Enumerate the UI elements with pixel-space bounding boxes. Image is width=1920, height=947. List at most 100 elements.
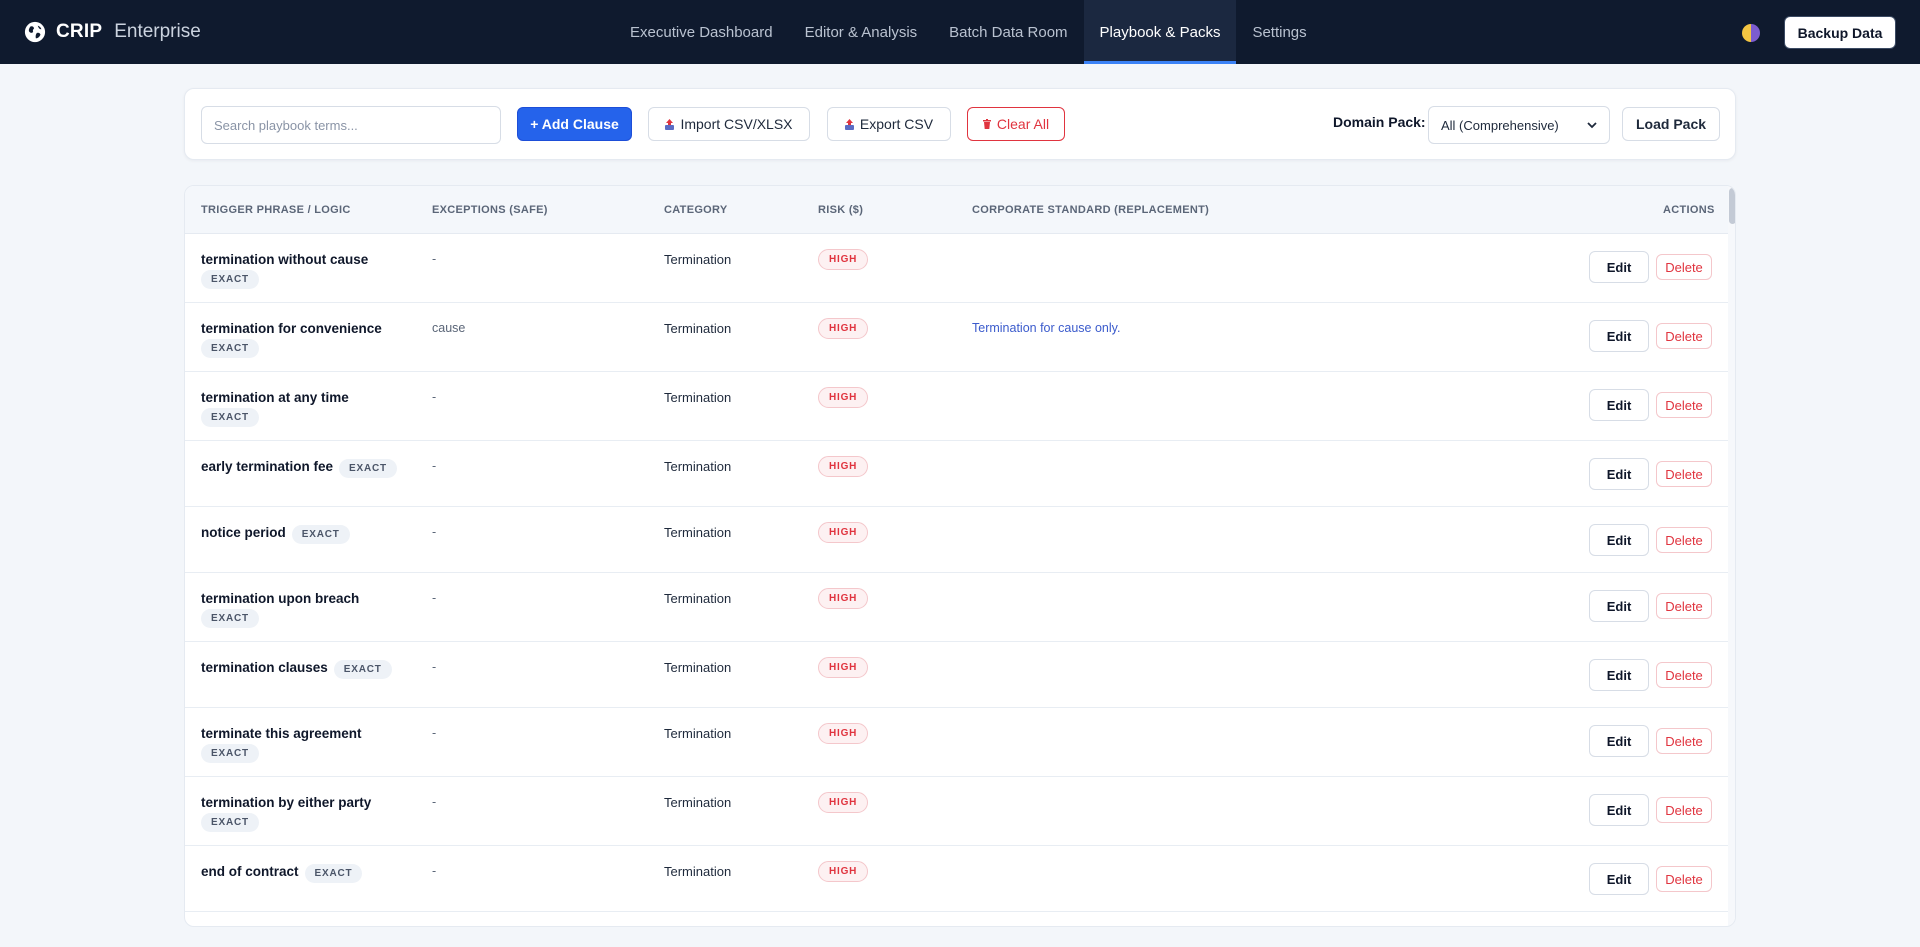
match-badge: EXACT [333,660,392,679]
trigger-phrase: termination clauses [201,660,328,675]
header-trigger: TRIGGER PHRASE / LOGIC [201,204,351,216]
theme-toggle-icon[interactable] [1742,24,1760,42]
table-scrollbar-thumb[interactable] [1729,188,1735,224]
delete-button[interactable]: Delete [1656,461,1712,487]
edit-button[interactable]: Edit [1589,863,1649,895]
trigger-cell: notice period EXACT [201,525,421,544]
category-cell: Termination [664,525,732,540]
import-csv-button[interactable]: Import CSV/XLSX [648,107,810,141]
import-csv-label: Import CSV/XLSX [680,116,793,132]
edit-button[interactable]: Edit [1589,590,1649,622]
edit-button[interactable]: Edit [1589,389,1649,421]
delete-button[interactable]: Delete [1656,728,1712,754]
chevron-down-icon [1587,121,1597,128]
delete-button[interactable]: Delete [1656,392,1712,418]
trigger-cell: termination without cause EXACT [201,252,421,289]
brand[interactable]: CRIP Enterprise [24,0,201,64]
trigger-phrase: early termination fee [201,459,334,474]
match-badge: EXACT [201,408,259,427]
risk-badge: HIGH [818,318,869,339]
risk-badge: HIGH [818,657,869,678]
exceptions-cell: - [432,795,437,809]
export-csv-button[interactable]: Export CSV [827,107,951,141]
trigger-phrase: termination without cause [201,252,369,267]
match-badge: EXACT [201,270,259,289]
export-icon [844,118,854,130]
top-navigation-bar: CRIP Enterprise Executive Dashboard Edit… [0,0,1920,64]
match-badge: EXACT [304,864,363,883]
risk-badge: HIGH [818,792,869,813]
edit-button[interactable]: Edit [1589,524,1649,556]
upload-icon [665,118,675,130]
risk-badge: HIGH [818,861,869,882]
delete-button[interactable]: Delete [1656,866,1712,892]
trigger-phrase: notice period [201,525,286,540]
table-scrollbar[interactable] [1728,186,1735,926]
header-exceptions: EXCEPTIONS (SAFE) [432,204,548,216]
playbook-table: TRIGGER PHRASE / LOGIC EXCEPTIONS (SAFE)… [184,185,1736,927]
trigger-phrase: termination for convenience [201,321,382,336]
category-cell: Termination [664,591,732,606]
table-row: notice period EXACT - Termination HIGH Ed… [185,507,1728,573]
trigger-cell: termination by either party EXACT [201,795,421,832]
nav-tab-executive-dashboard[interactable]: Executive Dashboard [614,0,789,64]
trigger-phrase: termination at any time [201,390,349,405]
trigger-phrase: termination by either party [201,795,372,810]
exceptions-cell: - [432,864,437,878]
nav-tab-batch-data-room[interactable]: Batch Data Room [933,0,1083,64]
table-row: early termination fee EXACT - Termination… [185,441,1728,507]
trigger-phrase: end of contract [201,864,299,879]
nav-tab-editor-analysis[interactable]: Editor & Analysis [789,0,934,64]
clear-all-button[interactable]: Clear All [967,107,1065,141]
backup-data-button[interactable]: Backup Data [1784,16,1896,49]
trigger-cell: end of contract EXACT [201,864,421,883]
brand-suffix: Enterprise [114,21,201,42]
domain-pack-selected: All (Comprehensive) [1441,117,1559,133]
edit-button[interactable]: Edit [1589,458,1649,490]
edit-button[interactable]: Edit [1589,659,1649,691]
globe-icon [24,21,46,43]
header-standard: CORPORATE STANDARD (REPLACEMENT) [972,204,1210,216]
delete-button[interactable]: Delete [1656,593,1712,619]
nav-tab-playbook-packs[interactable]: Playbook & Packs [1083,0,1237,64]
table-row: termination without cause EXACT - Termina… [185,234,1728,303]
delete-button[interactable]: Delete [1656,323,1712,349]
search-input[interactable] [201,106,501,144]
delete-button[interactable]: Delete [1656,662,1712,688]
match-badge: EXACT [201,813,259,832]
category-cell: Termination [664,321,732,336]
category-cell: Termination [664,459,732,474]
trigger-phrase: termination upon breach [201,591,360,606]
delete-button[interactable]: Delete [1656,254,1712,280]
category-cell: Termination [664,660,732,675]
clear-all-label: Clear All [996,116,1050,132]
risk-badge: HIGH [818,249,869,270]
category-cell: Termination [664,726,732,741]
exceptions-cell: - [432,252,437,266]
load-pack-label: Load Pack [1635,116,1707,132]
exceptions-cell: - [432,726,437,740]
delete-button[interactable]: Delete [1656,527,1712,553]
delete-button[interactable]: Delete [1656,797,1712,823]
trigger-cell: termination upon breach EXACT [201,591,421,628]
add-clause-button[interactable]: + Add Clause [517,107,632,141]
category-cell: Termination [664,795,732,810]
table-header: TRIGGER PHRASE / LOGIC EXCEPTIONS (SAFE)… [185,186,1728,234]
load-pack-button[interactable]: Load Pack [1622,107,1720,141]
category-cell: Termination [664,252,732,267]
domain-pack-select[interactable]: All (Comprehensive) [1428,106,1610,144]
main-nav: Executive Dashboard Editor & Analysis Ba… [614,0,1323,64]
table-row: terminate this agreement EXACT - Terminat… [185,708,1728,777]
exceptions-cell: - [432,591,437,605]
standard-cell: Termination for cause only. [972,321,1121,335]
edit-button[interactable]: Edit [1589,725,1649,757]
playbook-toolbar: + Add Clause Import CSV/XLSX Export CSV … [184,88,1736,160]
risk-badge: HIGH [818,723,869,744]
table-row: termination by either party EXACT - Termi… [185,777,1728,846]
edit-button[interactable]: Edit [1589,251,1649,283]
edit-button[interactable]: Edit [1589,320,1649,352]
category-cell: Termination [664,864,732,879]
trash-icon [982,119,991,129]
edit-button[interactable]: Edit [1589,794,1649,826]
nav-tab-settings[interactable]: Settings [1236,0,1322,64]
